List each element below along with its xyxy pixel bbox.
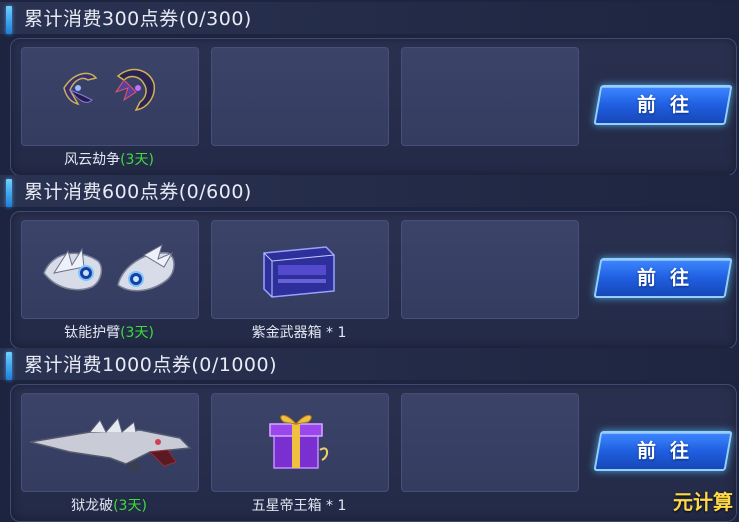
dragon-rifle-icon xyxy=(29,416,192,474)
tier-title: 累计消费300点券(0/300) xyxy=(24,8,252,30)
goto-button-label: 前往 xyxy=(636,440,703,462)
reward-slot-2 xyxy=(211,47,389,146)
reward-label: 紫金武器箱 * 1 xyxy=(251,325,347,341)
reward-name: 狱龙破 xyxy=(71,498,114,514)
armguard-icon xyxy=(43,243,175,292)
reward-slot-1[interactable] xyxy=(21,220,199,319)
reward-slot-2[interactable] xyxy=(211,393,389,492)
tier-title: 累计消费600点券(0/600) xyxy=(24,181,252,203)
reward-tier-300: 累计消费300点券(0/300) 风云劫争(3天) 前往 xyxy=(0,2,739,176)
reward-slot-2[interactable] xyxy=(211,220,389,319)
tier-header: 累计消费1000点券(0/1000) xyxy=(0,348,739,380)
site-watermark: 元计算 xyxy=(673,490,733,514)
reward-label: 狱龙破(3天) xyxy=(21,497,197,515)
tier-header: 累计消费600点券(0/600) xyxy=(0,175,739,207)
reward-slot-1[interactable] xyxy=(21,393,199,492)
reward-duration: (3天) xyxy=(120,325,154,341)
claw-weapon-icon xyxy=(63,68,156,111)
reward-slot-1[interactable] xyxy=(21,47,199,146)
reward-panel: 狱龙破(3天) 五星帝王箱 * 1 前往 xyxy=(10,384,737,522)
goto-button-label: 前往 xyxy=(636,94,703,116)
goto-button-label: 前往 xyxy=(636,267,703,289)
header-accent-bar xyxy=(6,179,12,207)
reward-label: 五星帝王箱 * 1 xyxy=(251,498,347,514)
reward-slot-3 xyxy=(401,47,579,146)
reward-name: 风云劫争 xyxy=(64,152,121,168)
reward-slot-3 xyxy=(401,393,579,492)
goto-button[interactable]: 前往 xyxy=(593,85,733,125)
reward-label: 风云劫争(3天) xyxy=(21,151,197,169)
header-accent-bar xyxy=(6,6,12,34)
reward-tier-1000: 累计消费1000点券(0/1000) 狱龙破(3天) 五星帝王箱 * 1 前往 xyxy=(0,348,739,522)
gift-box-icon xyxy=(269,415,328,469)
reward-panel: 风云劫争(3天) 前往 xyxy=(10,38,737,176)
reward-duration: (3天) xyxy=(120,152,154,168)
reward-panel: 钛能护臂(3天) 紫金武器箱 * 1 前往 xyxy=(10,211,737,349)
reward-slot-3 xyxy=(401,220,579,319)
reward-tier-600: 累计消费600点券(0/600) 钛能护臂(3天) 紫金武器箱 * 1 前往 xyxy=(0,175,739,349)
reward-duration: (3天) xyxy=(113,498,147,514)
goto-button[interactable]: 前往 xyxy=(593,431,733,471)
weapon-box-icon xyxy=(263,246,335,298)
reward-name: 钛能护臂 xyxy=(64,325,121,341)
tier-title: 累计消费1000点券(0/1000) xyxy=(24,354,278,376)
goto-button[interactable]: 前往 xyxy=(593,258,733,298)
tier-header: 累计消费300点券(0/300) xyxy=(0,2,739,34)
header-accent-bar xyxy=(6,352,12,380)
reward-label: 钛能护臂(3天) xyxy=(21,324,197,342)
